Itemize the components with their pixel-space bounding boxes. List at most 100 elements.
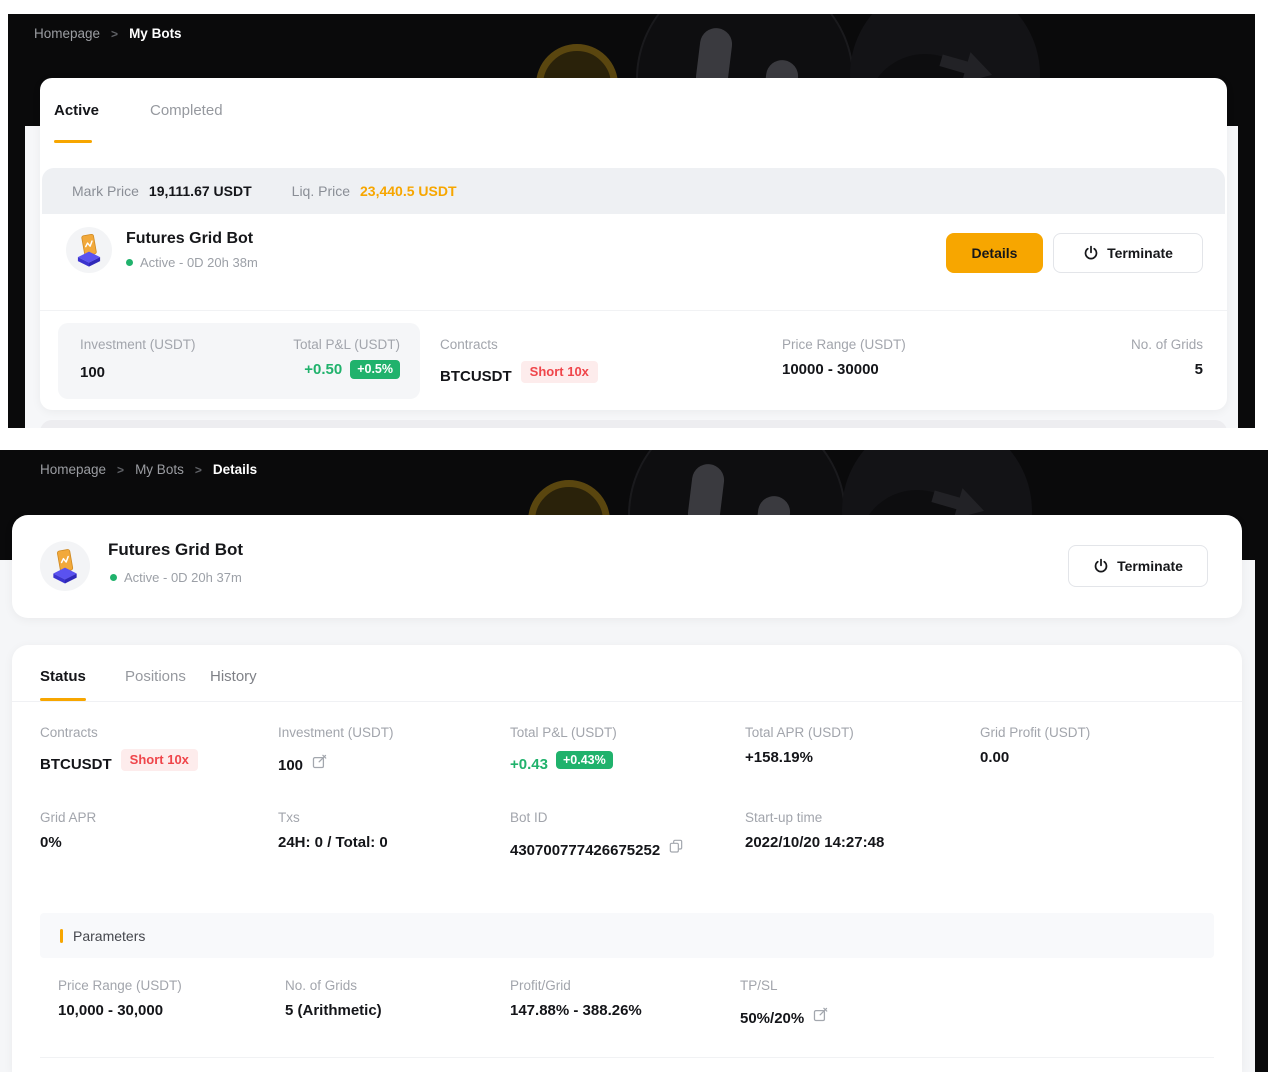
tab-completed[interactable]: Completed [150, 102, 223, 119]
profit-grid-value: 147.88% - 388.26% [510, 1002, 642, 1019]
contracts-value: BTCUSDT [440, 368, 512, 385]
tab-status[interactable]: Status [40, 668, 86, 685]
param-profit-grid: Profit/Grid 147.88% - 388.26% [510, 978, 642, 1019]
tab-history[interactable]: History [210, 668, 257, 685]
section-accent-bar [60, 929, 63, 943]
total-apr-label: Total APR (USDT) [745, 725, 854, 740]
my-bots-screen: Homepage > My Bots Active Completed Mark… [0, 0, 1268, 446]
breadcrumb: Homepage > My Bots [34, 26, 182, 41]
breadcrumb-homepage[interactable]: Homepage [34, 26, 100, 41]
banner-right-edge [1238, 14, 1255, 428]
grid-profit-label: Grid Profit (USDT) [980, 725, 1090, 740]
grid-bot-icon [45, 546, 85, 586]
mark-price-value: 19,111.67 USDT [149, 183, 252, 199]
total-pnl-percent-badge: +0.43% [556, 751, 613, 770]
power-icon [1083, 245, 1099, 261]
investment-pnl-box: Investment (USDT) 100 Total P&L (USDT) +… [58, 323, 420, 399]
profit-grid-label: Profit/Grid [510, 978, 642, 993]
next-bot-card-partial [40, 420, 1227, 428]
page: Homepage > My Bots Active Completed Mark… [0, 0, 1268, 1072]
total-pnl-value: +0.50 [304, 361, 342, 378]
banner-left-edge [8, 14, 25, 428]
stat-txs: Txs 24H: 0 / Total: 0 [278, 810, 388, 851]
stat-grid-profit: Grid Profit (USDT) 0.00 [980, 725, 1090, 766]
total-pnl-label: Total P&L (USDT) [510, 725, 617, 740]
param-price-range: Price Range (USDT) 10,000 - 30,000 [58, 978, 182, 1019]
liq-price-label: Liq. Price [292, 183, 350, 199]
terminate-label: Terminate [1117, 558, 1183, 574]
my-bots-card: Active Completed Mark Price 19,111.67 US… [40, 78, 1227, 410]
investment-label: Investment (USDT) [278, 725, 394, 740]
price-range-label: Price Range (USDT) [782, 337, 906, 352]
breadcrumb-my-bots[interactable]: My Bots [135, 462, 184, 477]
breadcrumb-my-bots: My Bots [129, 26, 182, 41]
bot-avatar [40, 541, 90, 591]
edit-investment-icon[interactable] [311, 753, 328, 770]
bot-name: Futures Grid Bot [108, 540, 243, 560]
grids-value: 5 [1131, 361, 1203, 378]
startup-time-label: Start-up time [745, 810, 884, 825]
contracts-label: Contracts [40, 725, 198, 740]
bot-name: Futures Grid Bot [126, 230, 253, 248]
parameters-header: Parameters [40, 913, 1214, 958]
price-range-label: Price Range (USDT) [58, 978, 182, 993]
grid-apr-label: Grid APR [40, 810, 96, 825]
tpsl-label: TP/SL [740, 978, 829, 993]
my-bots-frame: Homepage > My Bots Active Completed Mark… [8, 14, 1255, 428]
stat-investment: Investment (USDT) 100 [278, 725, 394, 774]
bot-status-text: Active - 0D 20h 38m [140, 255, 258, 270]
breadcrumb: Homepage > My Bots > Details [40, 462, 257, 477]
grid-profit-value: 0.00 [980, 749, 1090, 766]
stat-price-range: Price Range (USDT) 10000 - 30000 [782, 337, 906, 378]
stat-total-apr: Total APR (USDT) +158.19% [745, 725, 854, 766]
tab-active[interactable]: Active [54, 102, 99, 119]
chevron-right-icon: > [195, 463, 202, 477]
breadcrumb-details: Details [213, 462, 257, 477]
active-tab-underline [40, 698, 86, 701]
details-button[interactable]: Details [946, 233, 1043, 273]
terminate-label: Terminate [1107, 245, 1173, 261]
contracts-label: Contracts [440, 337, 598, 352]
bot-status: Active - 0D 20h 37m [110, 570, 242, 585]
stat-grid-apr: Grid APR 0% [40, 810, 96, 851]
total-pnl-label: Total P&L (USDT) [293, 337, 400, 352]
parameters-title: Parameters [73, 928, 145, 944]
short-leverage-tag: Short 10x [521, 361, 598, 383]
param-grids: No. of Grids 5 (Arithmetic) [285, 978, 382, 1019]
grid-apr-value: 0% [40, 834, 96, 851]
bot-status: Active - 0D 20h 38m [126, 255, 258, 270]
price-bar: Mark Price 19,111.67 USDT Liq. Price 23,… [42, 168, 1225, 214]
grids-label: No. of Grids [1131, 337, 1203, 352]
stat-contracts: Contracts BTCUSDT Short 10x [440, 337, 598, 385]
stat-contracts: Contracts BTCUSDT Short 10x [40, 725, 198, 773]
breadcrumb-homepage[interactable]: Homepage [40, 462, 106, 477]
terminate-button[interactable]: Terminate [1068, 545, 1208, 587]
bot-status-text: Active - 0D 20h 37m [124, 570, 242, 585]
stat-grids: No. of Grids 5 [1131, 337, 1203, 378]
tabs-divider [12, 701, 1242, 702]
bot-details-screen: Homepage > My Bots > Details [0, 446, 1268, 1072]
grid-bot-icon [70, 231, 108, 269]
terminate-button[interactable]: Terminate [1053, 233, 1203, 273]
copy-bot-id-icon[interactable] [668, 838, 684, 854]
edit-tpsl-icon[interactable] [812, 1006, 829, 1023]
stat-startup-time: Start-up time 2022/10/20 14:27:48 [745, 810, 884, 851]
grids-value: 5 (Arithmetic) [285, 1002, 382, 1019]
startup-time-value: 2022/10/20 14:27:48 [745, 834, 884, 851]
investment-label: Investment (USDT) [80, 337, 196, 352]
bot-id-value: 430700777426675252 [510, 842, 660, 859]
status-dot-icon [110, 574, 117, 581]
bot-avatar [66, 227, 112, 273]
stat-bot-id: Bot ID 430700777426675252 [510, 810, 684, 859]
total-pnl-percent-badge: +0.5% [350, 360, 400, 379]
price-range-value: 10,000 - 30,000 [58, 1002, 182, 1019]
bot-stats-row: Investment (USDT) 100 Total P&L (USDT) +… [40, 310, 1227, 410]
total-apr-value: +158.19% [745, 749, 854, 766]
txs-value: 24H: 0 / Total: 0 [278, 834, 388, 851]
investment-value: 100 [80, 364, 105, 381]
grids-label: No. of Grids [285, 978, 382, 993]
price-range-value: 10000 - 30000 [782, 361, 906, 378]
tab-positions[interactable]: Positions [125, 668, 186, 685]
total-pnl: +0.50 +0.5% [304, 360, 400, 379]
tpsl-value: 50%/20% [740, 1010, 804, 1027]
